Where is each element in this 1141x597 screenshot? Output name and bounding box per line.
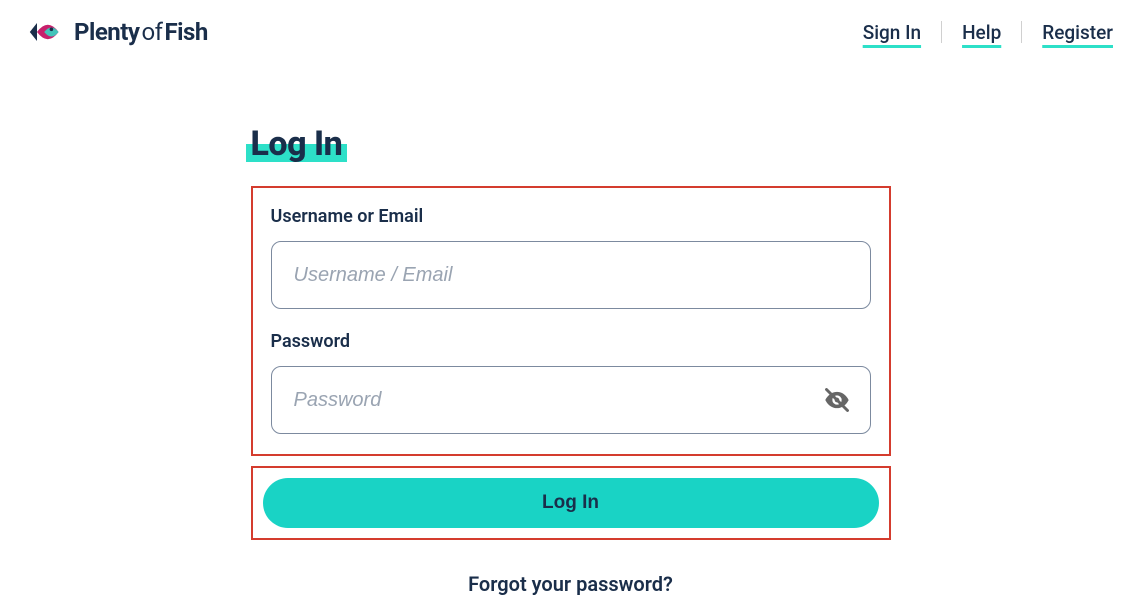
signin-link[interactable]: Sign In bbox=[863, 21, 921, 44]
eye-off-icon[interactable] bbox=[823, 386, 851, 414]
nav-separator bbox=[941, 21, 942, 43]
password-label: Password bbox=[271, 331, 871, 352]
password-input[interactable] bbox=[271, 366, 871, 434]
brand-logo[interactable]: PlentyofFish bbox=[28, 14, 208, 50]
nav-separator bbox=[1021, 21, 1022, 43]
header: PlentyofFish Sign In Help Register bbox=[0, 0, 1141, 64]
page-title: Log In bbox=[251, 124, 343, 164]
brand-text: PlentyofFish bbox=[74, 18, 208, 46]
username-input[interactable] bbox=[271, 241, 871, 309]
login-panel: Log In Username or Email Password Log In… bbox=[251, 124, 891, 596]
submit-box: Log In bbox=[251, 466, 891, 540]
credentials-box: Username or Email Password bbox=[251, 186, 891, 456]
fish-logo-icon bbox=[28, 14, 64, 50]
register-link[interactable]: Register bbox=[1042, 21, 1113, 44]
forgot-password-link[interactable]: Forgot your password? bbox=[468, 572, 673, 596]
help-link[interactable]: Help bbox=[962, 21, 1001, 44]
username-label: Username or Email bbox=[271, 206, 871, 227]
login-button[interactable]: Log In bbox=[263, 478, 879, 528]
forgot-row: Forgot your password? bbox=[251, 572, 891, 596]
top-nav: Sign In Help Register bbox=[863, 21, 1113, 44]
